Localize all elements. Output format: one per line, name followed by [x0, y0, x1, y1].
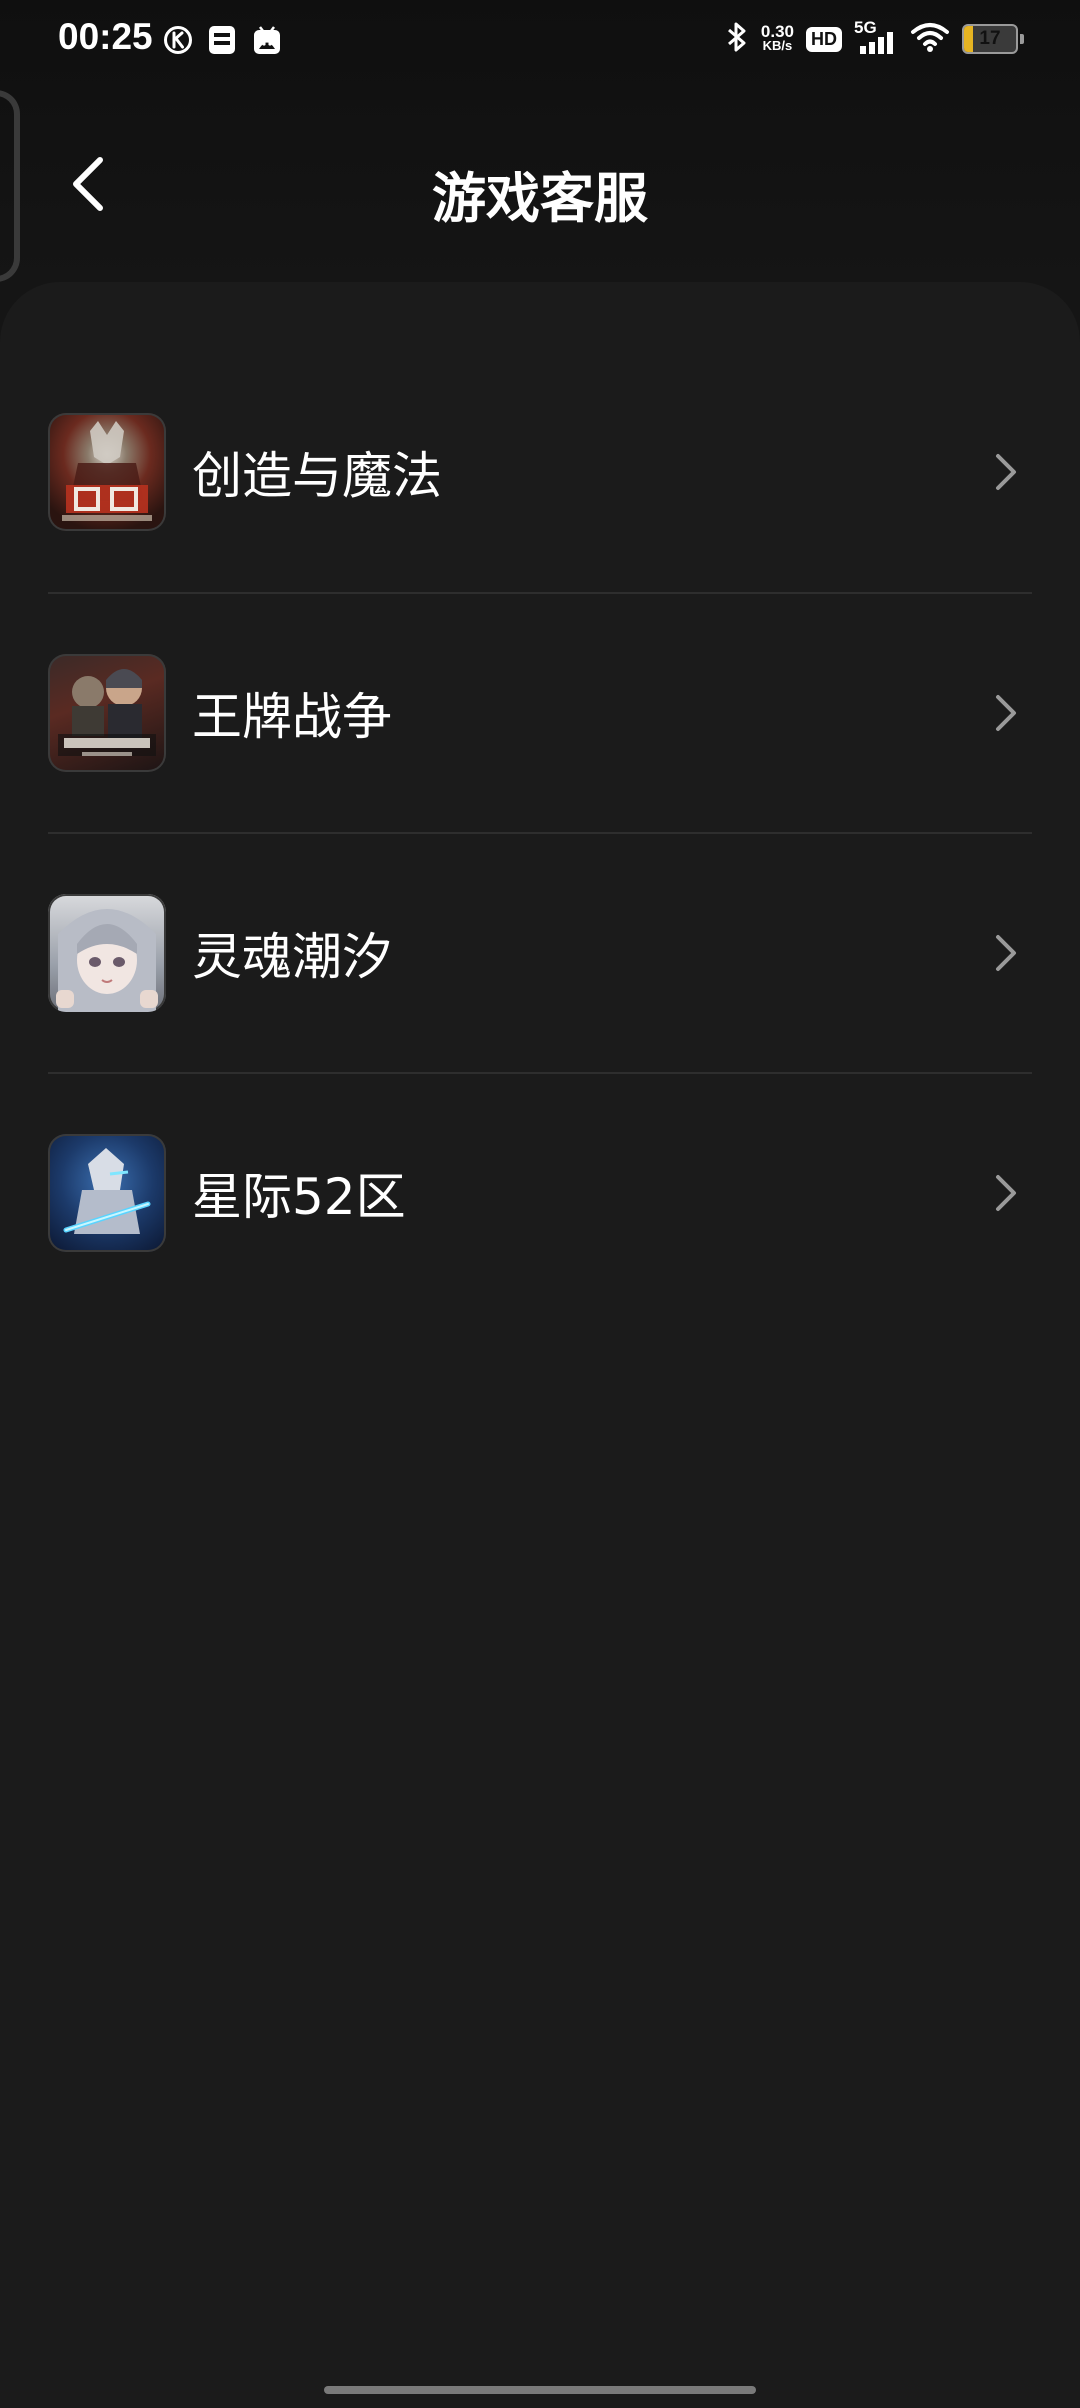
- net-speed-unit: KB/s: [762, 38, 793, 53]
- chevron-right-icon: [988, 1171, 1024, 1215]
- game-list: 创造与魔法 王牌战争 灵魂潮汐 星际52区: [48, 352, 1032, 1312]
- battery-fill: [964, 26, 973, 52]
- game-name: 灵魂潮汐: [192, 928, 392, 986]
- status-time: 00:25: [58, 16, 153, 57]
- content-panel: 创造与魔法 王牌战争 灵魂潮汐 星际52区: [0, 282, 1080, 2408]
- screen: 00:25 0.30 KB/s HD 5G 17 游戏客服 创造与魔法 王牌战争…: [0, 0, 1080, 2408]
- battery-cap: [1020, 34, 1024, 44]
- battery-body: 17: [962, 24, 1018, 54]
- status-bar: 00:25 0.30 KB/s HD 5G 17: [0, 0, 1080, 84]
- game-item-ace-war[interactable]: 王牌战争: [48, 592, 1032, 832]
- header: 游戏客服: [0, 120, 1080, 268]
- page-title: 游戏客服: [432, 167, 648, 230]
- robot-icon: [251, 24, 283, 60]
- home-indicator[interactable]: [324, 2386, 756, 2394]
- chevron-right-icon: [988, 450, 1024, 494]
- game-item-area52[interactable]: 星际52区: [48, 1072, 1032, 1312]
- battery-icon: 17: [962, 24, 1024, 54]
- game-item-creation-magic[interactable]: 创造与魔法: [48, 352, 1032, 592]
- game-name: 星际52区: [192, 1168, 406, 1226]
- area52-game-icon: [48, 1134, 166, 1252]
- net-speed: 0.30 KB/s: [760, 22, 794, 53]
- battery-level: 17: [979, 28, 1001, 49]
- chevron-right-icon: [988, 931, 1024, 975]
- creation-magic-game-icon: [48, 413, 166, 531]
- ace-war-game-icon: [48, 654, 166, 772]
- k-circle-icon: [163, 25, 193, 59]
- sim-card-icon: [207, 24, 237, 60]
- hd-badge: HD: [806, 26, 842, 52]
- game-name: 王牌战争: [192, 688, 392, 746]
- soul-tide-game-icon: [48, 894, 166, 1012]
- game-item-soul-tide[interactable]: 灵魂潮汐: [48, 832, 1032, 1072]
- signal-icon: 5G: [854, 18, 898, 56]
- game-name: 创造与魔法: [192, 447, 442, 505]
- wifi-icon: [910, 21, 950, 57]
- chevron-right-icon: [988, 691, 1024, 735]
- net-speed-value: 0.30: [760, 22, 794, 41]
- status-right: 0.30 KB/s HD 5G 17: [725, 18, 1024, 58]
- bluetooth-icon: [725, 20, 749, 58]
- status-left-icons: [163, 24, 283, 60]
